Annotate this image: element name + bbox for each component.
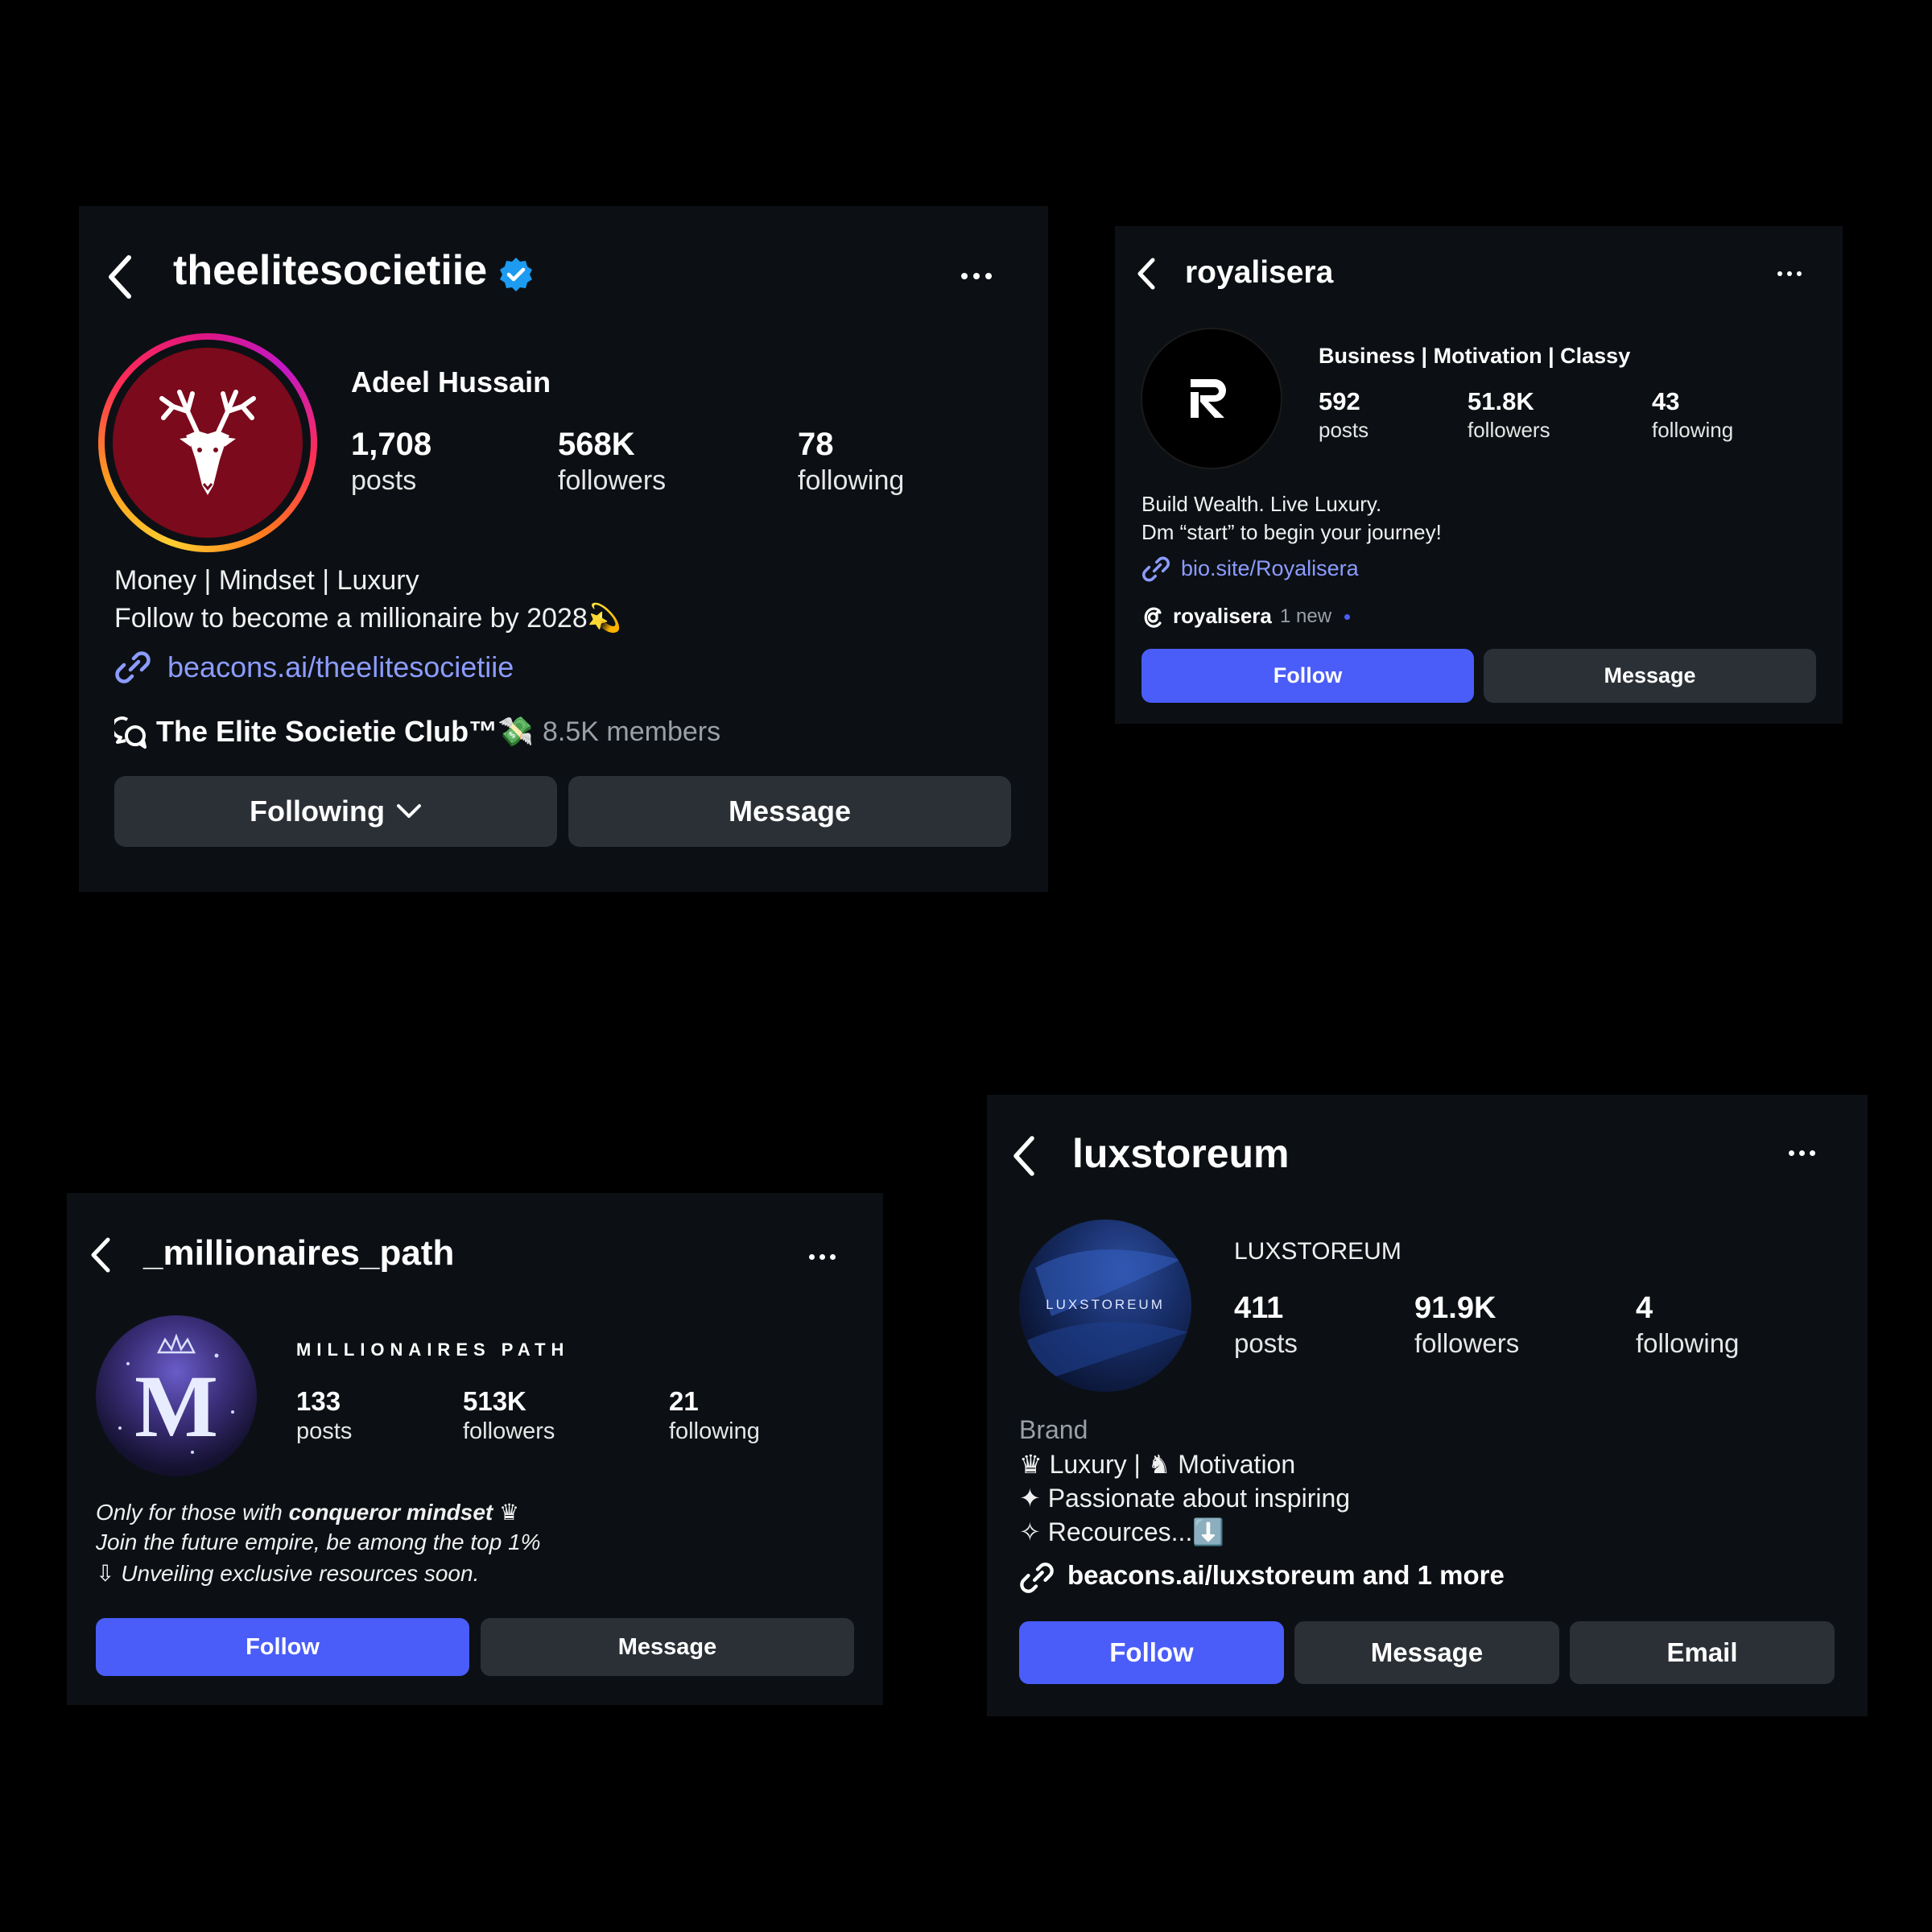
more-options-button[interactable] (1789, 1150, 1815, 1156)
message-button[interactable]: Message (1484, 649, 1816, 703)
bio-line: ♛ Luxury | ♞ Motivation (1019, 1450, 1296, 1479)
display-name: Business | Motivation | Classy (1319, 344, 1631, 368)
message-button[interactable]: Message (1294, 1621, 1559, 1684)
back-button[interactable] (89, 1236, 112, 1274)
stat-followers-value[interactable]: 51.8K (1468, 387, 1534, 416)
stat-following-label: following (669, 1418, 760, 1444)
chevron-down-icon (396, 804, 421, 818)
stat-following-label: following (1652, 418, 1734, 442)
avatar-brand-text: LUXSTOREUM (1046, 1297, 1165, 1312)
following-button[interactable]: Following (114, 776, 557, 847)
profile-username: royalisera (1185, 255, 1334, 290)
avatar (113, 348, 303, 538)
stat-posts-value[interactable]: 133 (296, 1386, 341, 1417)
community-name[interactable]: The Elite Societie Club™💸 (156, 715, 534, 749)
stat-posts-label: posts (296, 1418, 353, 1444)
stat-following-label: following (798, 465, 905, 496)
back-button[interactable] (106, 254, 135, 299)
chevron-left-icon (109, 255, 131, 299)
link-icon (1019, 1560, 1055, 1596)
chevron-left-icon (1013, 1136, 1034, 1176)
bio-line: ✧ Recources...⬇️ (1019, 1517, 1225, 1546)
message-button[interactable]: Message (481, 1618, 854, 1676)
stat-posts-label: posts (351, 465, 417, 496)
stat-following-value[interactable]: 21 (669, 1386, 699, 1417)
message-button[interactable]: Message (568, 776, 1011, 847)
category-label: Brand (1019, 1415, 1088, 1444)
profile-username: luxstoreum (1072, 1131, 1290, 1176)
bio-line: ⇩ Unveiling exclusive resources soon. (96, 1561, 480, 1586)
bio-line: Join the future empire, be among the top… (96, 1530, 541, 1554)
follow-button[interactable]: Follow (1141, 649, 1474, 703)
following-button-label: Following (250, 795, 385, 828)
stat-followers-label: followers (1414, 1328, 1520, 1358)
community-members: 8.5K members (543, 716, 721, 747)
threads-icon (1142, 605, 1165, 629)
bio-line: ✦ Passionate about inspiring (1019, 1484, 1351, 1513)
follow-button[interactable]: Follow (1019, 1621, 1284, 1684)
stat-followers-label: followers (1468, 418, 1550, 442)
avatar[interactable] (1141, 328, 1282, 469)
display-name: Adeel Hussain (351, 365, 551, 398)
new-dot (1344, 614, 1350, 620)
crown-m-logo-icon: M (118, 1333, 234, 1455)
avatar[interactable]: M (96, 1315, 257, 1476)
profile-card-millionaires-path: _millionaires_path M MILLIONAIRES PATH 1… (67, 1193, 883, 1705)
stat-posts-value[interactable]: 411 (1234, 1291, 1283, 1326)
profile-card-royalisera: royalisera Business | Motivation | Class… (1115, 226, 1843, 724)
email-button[interactable]: Email (1570, 1621, 1835, 1684)
stat-posts-value[interactable]: 1,708 (351, 427, 431, 463)
profile-link[interactable]: beacons.ai/theelitesocietiie (167, 650, 514, 684)
stat-followers-value[interactable]: 91.9K (1414, 1291, 1496, 1326)
bio-line: Money | Mindset | Luxury (114, 565, 419, 596)
stat-followers-label: followers (558, 465, 667, 496)
profile-card-theelitesocietiie: theelitesocietiie Adeel Hussain 1,708 po… (79, 206, 1048, 892)
back-button[interactable] (1011, 1135, 1037, 1177)
chevron-left-icon (1137, 258, 1155, 290)
more-options-button[interactable] (1777, 271, 1802, 276)
profile-link[interactable]: beacons.ai/luxstoreum and 1 more (1067, 1560, 1505, 1591)
profile-link[interactable]: bio.site/Royalisera (1181, 556, 1359, 581)
display-name: LUXSTOREUM (1234, 1238, 1402, 1265)
bio-line: Only for those with conqueror mindset ♛ (96, 1500, 520, 1525)
stat-posts-value[interactable]: 592 (1319, 387, 1360, 416)
stat-posts-label: posts (1234, 1328, 1298, 1358)
stat-posts-label: posts (1319, 418, 1369, 442)
svg-text:M: M (134, 1357, 218, 1455)
back-button[interactable] (1136, 257, 1157, 291)
chevron-left-icon (91, 1237, 110, 1273)
stat-followers-value[interactable]: 513K (463, 1386, 526, 1417)
stat-followers-value[interactable]: 568K (558, 427, 635, 463)
r-logo-icon (1191, 379, 1226, 418)
display-name: MILLIONAIRES PATH (296, 1340, 570, 1360)
more-options-button[interactable] (961, 273, 992, 279)
link-icon (114, 649, 151, 686)
stat-following-value[interactable]: 43 (1652, 387, 1679, 416)
bio-line: Build Wealth. Live Luxury. (1141, 492, 1382, 516)
profile-username: _millionaires_path (143, 1233, 455, 1273)
stat-following-value[interactable]: 78 (798, 427, 834, 463)
stat-following-label: following (1636, 1328, 1740, 1358)
bio-line: Dm “start” to begin your journey! (1141, 520, 1442, 544)
deer-head-icon (159, 390, 256, 495)
story-ring[interactable] (98, 333, 317, 552)
link-icon (1141, 555, 1170, 584)
profile-card-luxstoreum: luxstoreum LUXSTOREUM LUXSTOREUM 411 pos… (987, 1095, 1868, 1716)
community-chat-icon (114, 715, 150, 750)
stat-followers-label: followers (463, 1418, 555, 1444)
threads-new-badge: 1 new (1280, 605, 1332, 627)
profile-username: theelitesocietiie (173, 247, 488, 294)
more-options-button[interactable] (809, 1254, 836, 1260)
bio-line: Follow to become a millionaire by 2028💫 (114, 603, 622, 634)
follow-button[interactable]: Follow (96, 1618, 469, 1676)
avatar[interactable]: LUXSTOREUM (1019, 1220, 1191, 1392)
verified-badge-icon (497, 256, 535, 293)
stat-following-value[interactable]: 4 (1636, 1291, 1653, 1326)
threads-handle[interactable]: royalisera (1173, 604, 1272, 629)
bio-bold-phrase: conqueror mindset (288, 1500, 493, 1525)
